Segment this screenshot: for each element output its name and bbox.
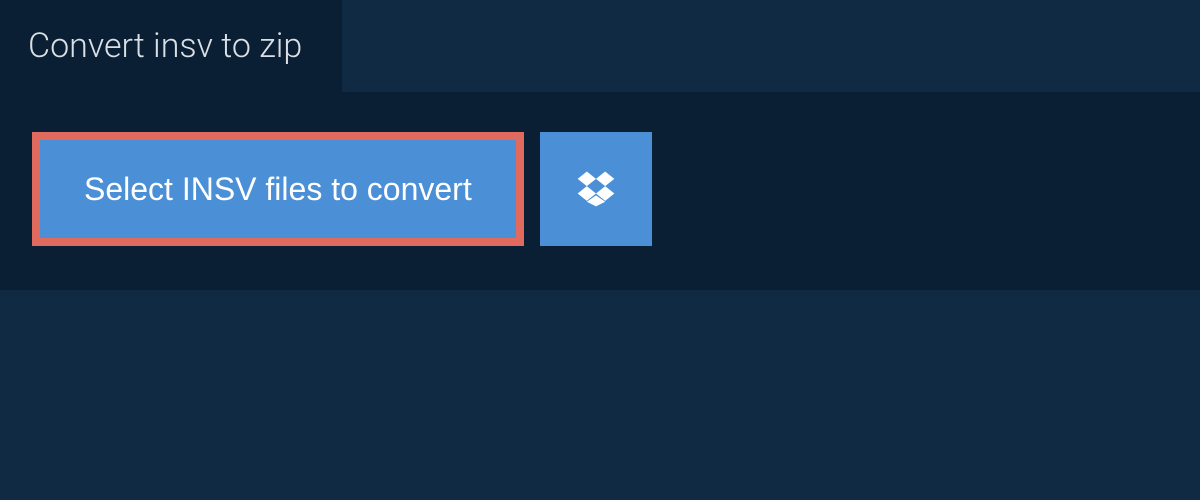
page-title-tab: Convert insv to zip	[0, 0, 342, 92]
converter-panel: Select INSV files to convert	[0, 92, 1200, 290]
dropbox-icon	[574, 168, 618, 211]
dropbox-button[interactable]	[540, 132, 652, 246]
select-files-button[interactable]: Select INSV files to convert	[40, 140, 516, 238]
button-row: Select INSV files to convert	[32, 132, 1168, 246]
page-title: Convert insv to zip	[28, 26, 302, 66]
select-files-label: Select INSV files to convert	[84, 171, 472, 207]
select-files-highlight: Select INSV files to convert	[32, 132, 524, 246]
